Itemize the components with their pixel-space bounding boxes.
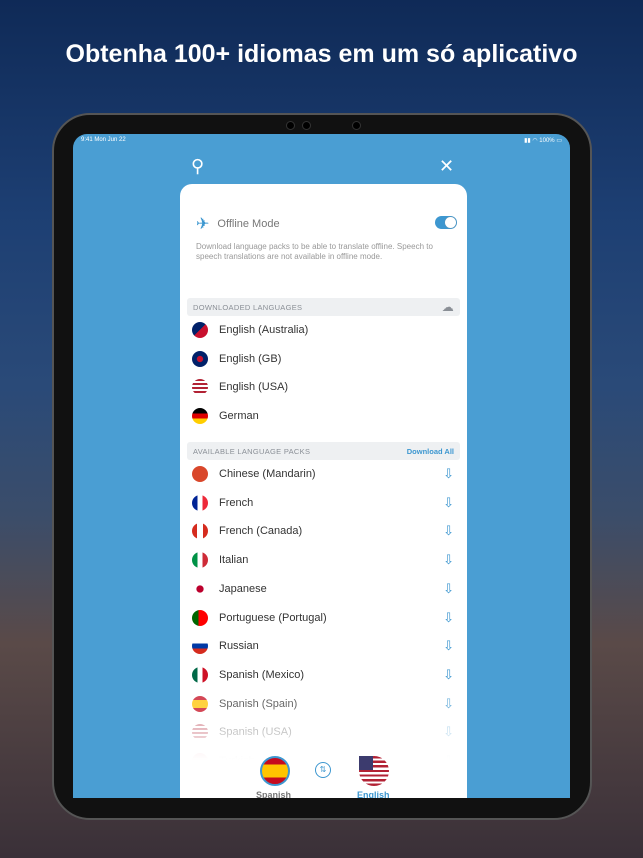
language-selector: Spanish ⇅ English	[180, 754, 467, 798]
download-cloud-icon[interactable]: ⇩	[443, 581, 454, 597]
download-cloud-icon[interactable]: ⇩	[443, 466, 454, 482]
offline-description: Download language packs to be able to tr…	[196, 242, 433, 261]
language-row[interactable]: Japanese ⇩	[192, 575, 460, 603]
download-cloud-icon[interactable]: ⇩	[443, 696, 454, 712]
flag-icon	[192, 379, 208, 396]
offline-mode-label: Offline Mode	[217, 218, 280, 230]
flag-icon	[192, 552, 208, 569]
camera-icon	[352, 121, 361, 130]
flag-icon	[192, 609, 208, 626]
battery-level: 100%	[539, 138, 555, 144]
app-screen: 9:41 Mon Jun 22 ▮▮ ◠ 100% ▭ ⚲ ✕ ✈ Offlin…	[73, 134, 570, 798]
close-icon[interactable]: ✕	[439, 156, 454, 177]
download-cloud-icon[interactable]: ⇩	[443, 523, 454, 539]
download-cloud-icon[interactable]: ⇩	[443, 667, 454, 683]
language-label: German	[219, 410, 259, 423]
language-row[interactable]: Portuguese (Portugal) ⇩	[192, 604, 460, 632]
flag-icon	[192, 523, 208, 540]
flag-icon	[192, 666, 208, 683]
language-row[interactable]: Spanish (Spain) ⇩	[192, 690, 460, 718]
language-label: French (Canada)	[219, 525, 303, 538]
offline-mode-row: ✈ Offline Mode	[196, 214, 280, 234]
available-header-label: AVAILABLE LANGUAGE PACKS	[193, 446, 311, 456]
flag-icon	[192, 322, 208, 338]
language-label: French	[219, 496, 254, 509]
download-cloud-icon[interactable]: ⇩	[443, 495, 454, 511]
flag-icon	[192, 494, 208, 511]
status-bar: 9:41 Mon Jun 22 ▮▮ ◠ 100% ▭	[81, 137, 562, 144]
download-cloud-icon[interactable]: ⇩	[443, 638, 454, 654]
language-row[interactable]: French (Canada) ⇩	[192, 517, 460, 545]
language-row[interactable]: Chinese (Mandarin) ⇩	[192, 460, 460, 488]
language-row[interactable]: English (Australia)	[192, 316, 460, 344]
language-row[interactable]: French ⇩	[192, 489, 460, 517]
flag-icon	[192, 408, 208, 425]
language-label: Portuguese (Portugal)	[219, 611, 327, 624]
language-label: English (Australia)	[219, 324, 309, 336]
target-language-label[interactable]: English	[357, 790, 390, 798]
download-cloud-icon[interactable]: ⇩	[443, 610, 454, 626]
offline-panel: ✈ Offline Mode Download language packs t…	[180, 184, 467, 798]
flag-icon	[192, 466, 208, 482]
language-label: Spanish (Mexico)	[219, 668, 304, 681]
flag-icon	[192, 580, 208, 597]
language-row[interactable]: Russian ⇩	[192, 632, 460, 660]
language-row[interactable]: Spanish (Mexico) ⇩	[192, 661, 460, 689]
flag-icon	[192, 638, 208, 655]
language-row[interactable]: German	[192, 402, 460, 430]
camera-icon	[302, 121, 311, 130]
language-row[interactable]: English (GB)	[192, 345, 460, 373]
search-icon[interactable]: ⚲	[191, 156, 204, 177]
language-label: English (USA)	[219, 381, 289, 394]
camera-icon	[286, 121, 295, 130]
airplane-icon: ✈	[196, 216, 210, 233]
headline: Obtenha 100+ idiomas em um só aplicativo	[65, 40, 578, 68]
source-language-flag[interactable]	[260, 756, 290, 786]
language-row[interactable]: English (USA)	[192, 373, 460, 401]
source-language-label[interactable]: Spanish	[256, 790, 291, 798]
language-label: Spanish (Spain)	[219, 697, 298, 710]
language-label: Russian	[219, 640, 259, 653]
downloaded-header: DOWNLOADED LANGUAGES ☁	[187, 298, 460, 316]
swap-languages-icon[interactable]: ⇅	[315, 762, 331, 778]
status-time: 9:41 Mon Jun 22	[81, 137, 126, 143]
language-label: English (GB)	[219, 352, 282, 365]
status-right: ▮▮ ◠ 100% ▭	[524, 138, 562, 144]
offline-mode-toggle[interactable]	[435, 216, 457, 229]
download-cloud-icon[interactable]: ⇩	[443, 552, 454, 568]
language-label: Japanese	[219, 582, 267, 595]
language-label: Chinese (Mandarin)	[219, 468, 316, 480]
download-all-button[interactable]: Download All	[407, 447, 454, 456]
cloud-check-icon: ☁	[441, 300, 454, 314]
downloaded-header-label: DOWNLOADED LANGUAGES	[193, 302, 303, 312]
language-row[interactable]: Italian ⇩	[192, 546, 460, 574]
available-header: AVAILABLE LANGUAGE PACKS Download All	[187, 442, 460, 460]
target-language-flag[interactable]	[359, 756, 389, 786]
flag-icon	[192, 350, 208, 367]
flag-icon	[192, 695, 208, 712]
language-label: Italian	[219, 554, 249, 567]
